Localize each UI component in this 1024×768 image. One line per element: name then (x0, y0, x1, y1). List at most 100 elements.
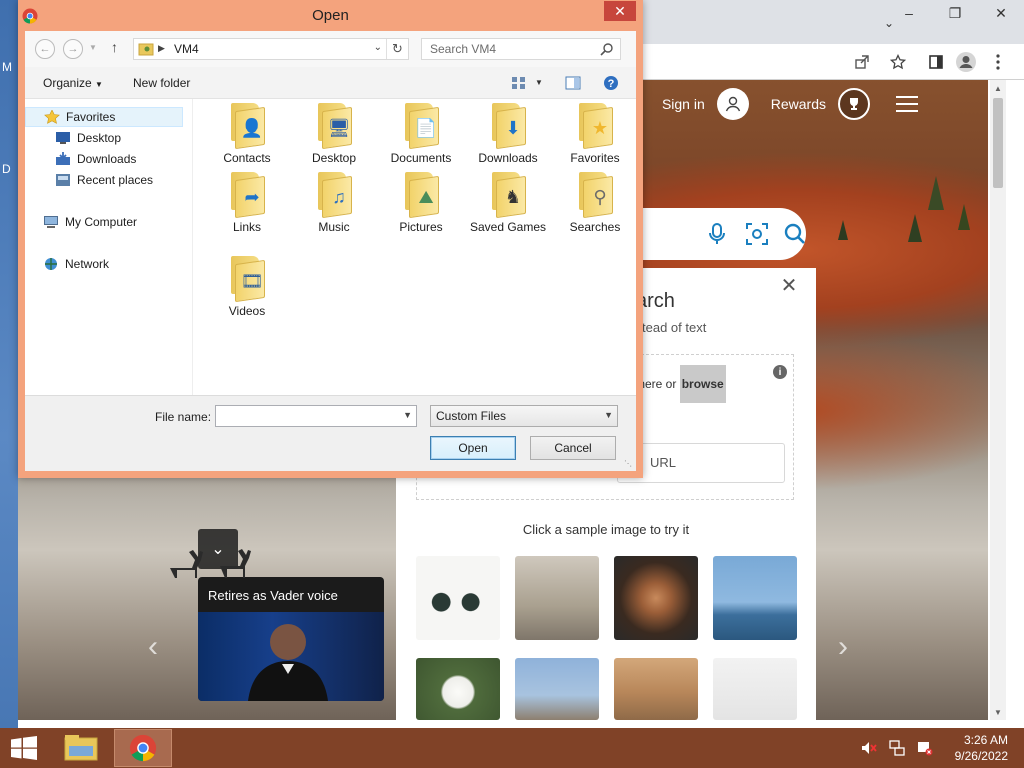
organize-menu[interactable]: Organize ▼ (43, 76, 103, 90)
close-icon[interactable]: ✕ (978, 0, 1024, 26)
action-center-icon[interactable] (917, 740, 933, 756)
address-path[interactable]: VM4 (174, 42, 199, 56)
sample-image-louvre[interactable] (515, 658, 599, 720)
bookmark-star-icon[interactable] (886, 50, 910, 74)
breadcrumb-separator-icon[interactable]: ▶ (158, 43, 165, 54)
file-item-label: Videos (228, 304, 266, 318)
profile-avatar-icon[interactable] (954, 50, 978, 74)
file-item-links[interactable]: ➦ Links (205, 172, 289, 234)
microphone-icon[interactable] (704, 221, 730, 247)
news-card[interactable]: Retires as Vader voice (198, 577, 384, 701)
search-field[interactable]: Search VM4 (421, 38, 621, 60)
cancel-button[interactable]: Cancel (530, 436, 616, 460)
address-dropdown-icon[interactable]: ⌄ (374, 42, 382, 53)
preview-pane-icon[interactable] (565, 75, 581, 91)
taskbar-chrome[interactable] (114, 729, 172, 767)
browse-link[interactable]: browse (679, 365, 726, 403)
music-icon: ♫ (332, 186, 346, 207)
clock-time: 3:26 AM (963, 733, 1008, 747)
address-bar[interactable]: ▶ VM4 ⌄ ↻ (133, 38, 409, 60)
side-panel-icon[interactable] (924, 50, 948, 74)
folder-icon: ♫ (312, 172, 356, 219)
file-item-contacts[interactable]: 👤 Contacts (205, 103, 289, 165)
sample-image-sunglasses[interactable] (416, 556, 500, 640)
desktop-background: M D (0, 0, 18, 728)
sample-image-dogs[interactable] (614, 658, 698, 720)
search-icon[interactable] (782, 221, 808, 247)
taskbar-file-explorer[interactable] (58, 730, 104, 766)
svg-text:?: ? (608, 78, 615, 90)
forward-arrow-icon[interactable]: → (63, 39, 83, 59)
reindeer-silhouettes (170, 549, 251, 578)
file-item-music[interactable]: ♫ Music (292, 172, 376, 234)
refresh-icon[interactable]: ↻ (386, 39, 408, 59)
share-icon[interactable] (850, 50, 874, 74)
sample-image-chairs[interactable] (713, 658, 797, 720)
file-item-documents[interactable]: 📄 Documents (379, 103, 463, 165)
nav-item-recent-places[interactable]: Recent places (25, 170, 153, 190)
nav-item-my-computer[interactable]: My Computer (25, 212, 137, 232)
file-item-videos[interactable]: 🎞 Videos (205, 256, 289, 318)
hamburger-menu-icon[interactable] (896, 96, 918, 112)
file-type-dropdown-icon[interactable]: ▼ (604, 410, 613, 420)
nav-item-desktop[interactable]: Desktop (25, 128, 121, 148)
view-options-icon[interactable] (511, 75, 527, 91)
open-button[interactable]: Open (430, 436, 516, 460)
documents-icon: 📄 (414, 117, 438, 138)
sample-image-coffee[interactable] (614, 556, 698, 640)
carousel-next-icon[interactable]: › (838, 630, 848, 664)
file-type-value: Custom Files (436, 409, 507, 423)
file-name-combobox[interactable]: ▼ (215, 405, 417, 427)
new-folder-button[interactable]: New folder (133, 76, 190, 90)
scrollbar-thumb[interactable] (993, 98, 1003, 188)
view-dropdown-icon[interactable]: ▼ (535, 78, 543, 87)
file-item-favorites[interactable]: ★ Favorites (553, 103, 637, 165)
rewards-trophy-icon[interactable] (838, 88, 870, 120)
chevron-down-icon: ▼ (95, 80, 103, 89)
sample-image-rose[interactable] (416, 658, 500, 720)
restore-icon[interactable]: ❐ (932, 0, 978, 26)
file-name-dropdown-icon[interactable]: ▼ (403, 410, 412, 420)
info-icon[interactable]: i (773, 365, 787, 379)
dialog-titlebar[interactable]: Open ✕ (18, 0, 643, 31)
page-scrollbar[interactable]: ▲ ▼ (990, 80, 1006, 720)
close-icon[interactable]: ✕ (778, 274, 800, 297)
nav-item-downloads[interactable]: Downloads (25, 149, 136, 169)
sample-image-dining-room[interactable] (515, 556, 599, 640)
sign-in-link[interactable]: Sign in (662, 96, 705, 112)
chrome-caption-buttons: – ❐ ✕ (886, 0, 1024, 26)
back-arrow-icon[interactable]: ← (35, 39, 55, 59)
scroll-up-icon[interactable]: ▲ (990, 80, 1006, 96)
sample-image-sydney[interactable] (713, 556, 797, 640)
recent-locations-chevron-icon[interactable]: ▼ (89, 43, 97, 52)
file-item-saved-games[interactable]: ♞ Saved Games (466, 172, 550, 234)
start-button[interactable] (0, 728, 48, 768)
nav-item-network[interactable]: Network (25, 254, 109, 274)
videos-icon: 🎞 (240, 270, 264, 291)
search-icon[interactable] (600, 42, 614, 56)
drop-instructions: s here or browse (629, 365, 726, 403)
user-avatar-icon[interactable] (716, 88, 749, 120)
file-type-filter[interactable]: Custom Files ▼ (430, 405, 618, 427)
desktop-icon: 🖥 (327, 117, 351, 138)
downloads-icon: ⬇ (505, 117, 521, 138)
visual-search-icon[interactable] (744, 221, 770, 247)
chrome-menu-icon[interactable] (986, 50, 1010, 74)
dialog-close-button[interactable]: ✕ (604, 1, 636, 21)
scroll-down-icon[interactable]: ▼ (990, 704, 1006, 720)
rewards-link[interactable]: Rewards (771, 96, 826, 112)
minimize-icon[interactable]: – (886, 0, 932, 26)
resize-grip-icon[interactable]: ⋱ (624, 459, 634, 469)
file-item-downloads[interactable]: ⬇ Downloads (466, 103, 550, 165)
volume-muted-icon[interactable] (861, 740, 877, 756)
help-icon[interactable]: ? (603, 75, 619, 91)
nav-item-favorites[interactable]: Favorites (25, 107, 183, 127)
network-status-icon[interactable] (888, 740, 905, 756)
file-item-searches[interactable]: ⚲ Searches (553, 172, 637, 234)
taskbar-clock[interactable]: 3:26 AM 9/26/2022 (955, 732, 1008, 764)
file-item-desktop[interactable]: 🖥 Desktop (292, 103, 376, 165)
up-arrow-icon[interactable]: ↑ (111, 39, 118, 55)
carousel-prev-icon[interactable]: ‹ (148, 630, 158, 664)
file-item-pictures[interactable]: ⛰ Pictures (379, 172, 463, 234)
folder-icon: ⬇ (486, 103, 530, 150)
